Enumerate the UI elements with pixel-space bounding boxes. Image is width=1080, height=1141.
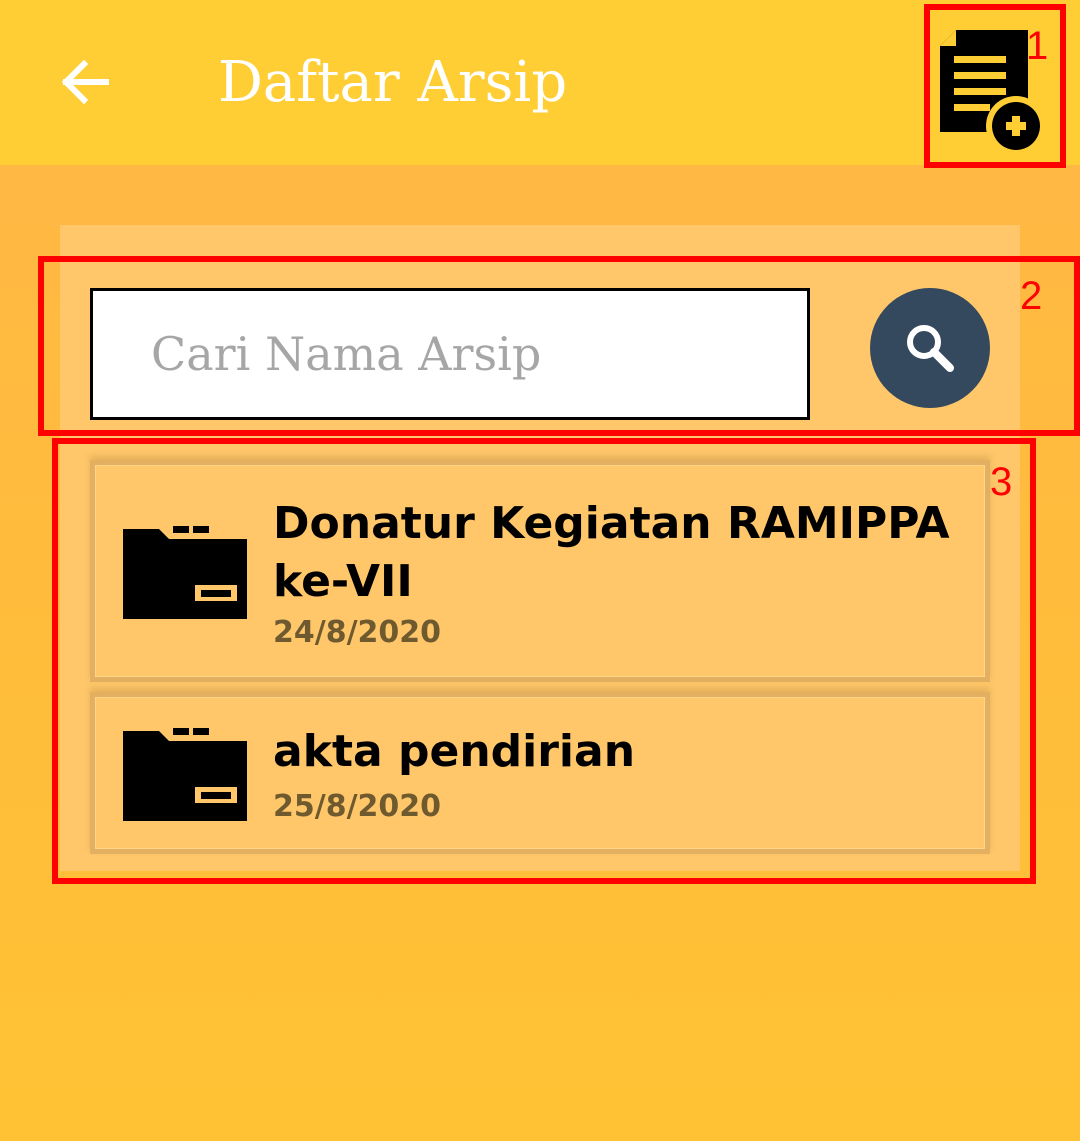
page-title: Daftar Arsip xyxy=(218,50,568,115)
app-bar: Daftar Arsip xyxy=(0,0,1080,165)
annotation-number: 1 xyxy=(1026,24,1049,68)
annotation-box-list xyxy=(52,438,1036,884)
annotation-number: 3 xyxy=(990,460,1013,504)
arrow-left-icon xyxy=(61,59,109,105)
annotation-box-search xyxy=(38,256,1080,436)
back-button[interactable] xyxy=(56,52,116,112)
annotation-number: 2 xyxy=(1020,274,1043,318)
